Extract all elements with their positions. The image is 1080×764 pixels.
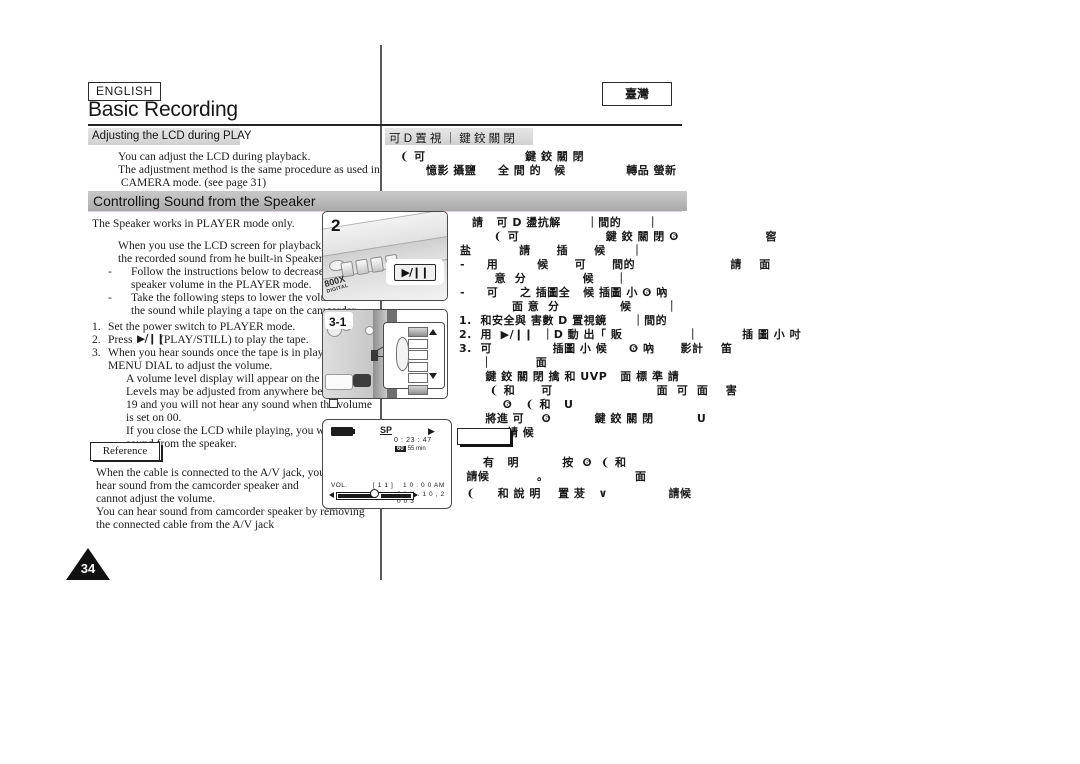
- battery-icon: [331, 427, 355, 436]
- chinese-reference-line-1: 有 明 按 ❻ ❨ 和: [470, 456, 627, 469]
- title-rule-right: [383, 124, 682, 126]
- step-3-number: 3.: [92, 346, 101, 359]
- camcorder-button-2: [355, 258, 370, 276]
- play-direction-icon: ▶: [428, 427, 435, 437]
- camcorder-sd-slot: [353, 374, 371, 387]
- camcorder-indicator-dot: [365, 326, 374, 335]
- dial-segment-6: [408, 384, 428, 395]
- arrow-down-icon: [429, 373, 437, 379]
- page-title: Basic Recording: [88, 98, 238, 121]
- reference-line-5: the connected cable from the A/V jack: [96, 518, 275, 531]
- page-number-badge: 34: [66, 548, 110, 582]
- subsection-heading-english: Adjusting the LCD during PLAY: [88, 128, 252, 145]
- play-still-callout: ▶/❙❙: [387, 260, 443, 284]
- subsection-chinese-line-2: 憶影 攝鹽 全 間 的 候 轉品 螢新: [400, 164, 677, 177]
- chinese-step-3: 3. 可 插圖 小 候 ❻ 吶 影計 笛: [459, 342, 733, 355]
- volume-down-icon: [329, 492, 334, 498]
- subsection-line-3: CAMERA mode. (see page 31): [118, 176, 267, 189]
- chinese-body-line-6: - 可 之 插圖全 候 插圖 小 ❻ 吶: [460, 286, 668, 299]
- camcorder-button-3: [369, 256, 385, 273]
- volume-level-value: [ 1 1 ]: [373, 482, 394, 489]
- clock-display: 1 0 : 0 0 AM: [403, 482, 445, 489]
- region-badge: 臺灣: [602, 82, 672, 106]
- subsection-chinese-line-1: ❨ 可 鍵 鉸 關 閉: [400, 150, 585, 163]
- volume-bar-fill-right: [381, 494, 411, 498]
- dial-segment-5: [408, 373, 428, 383]
- subsection-heading-chinese: 可 D 置 視 ｜ 鍵 鉸 關 閉: [385, 128, 533, 145]
- dial-segment-1: [408, 327, 428, 337]
- chinese-detail-3: ❨ 和 可 面 可 面 害: [468, 384, 738, 397]
- tape-remaining-display: 60 55 min: [395, 446, 426, 452]
- volume-label: VOL.: [331, 482, 348, 489]
- record-mode-label: SP: [380, 425, 393, 435]
- reference-box: Reference: [90, 442, 163, 462]
- chinese-body-line-7: 面 意 分 候 ｜: [460, 300, 678, 313]
- tape-remaining-text: 55 min: [407, 446, 426, 452]
- chinese-detail-2: 鍵 鉸 關 閉 擒 和 UVP 面 標 準 請: [468, 370, 680, 383]
- volume-up-icon: [413, 492, 418, 498]
- section-heading-english: Controlling Sound from the Speaker: [88, 191, 385, 211]
- dial-segment-4: [408, 361, 428, 372]
- arrow-up-icon: [429, 329, 437, 335]
- timecode-display: 0 : 23 : 47: [394, 437, 432, 444]
- chinese-body-line-2: ❨ 可 鍵 鉸 關 閉 ❻ 窖: [472, 230, 778, 243]
- manual-page: ENGLISH 臺灣 Basic Recording Adjusting the…: [0, 0, 1080, 764]
- chinese-detail-1: ｜ 面: [468, 356, 548, 369]
- figure-2-number: 2: [331, 216, 341, 235]
- chinese-detail-5: 將進 可 ❻ 鍵 鉸 關 閉 U: [468, 412, 707, 425]
- intro-text: The Speaker works in PLAYER mode only.: [92, 217, 295, 230]
- chinese-step-1: 1. 和安全與 害數 D 置視鏡 ｜間的: [459, 314, 668, 327]
- figure-lcd-display: SP ▶ 0 : 23 : 47 60 55 min VOL. [ 1 1 ] 1…: [322, 419, 452, 509]
- section-heading-chinese: [383, 191, 687, 211]
- figure-31-number: 3-1: [329, 315, 347, 329]
- bullet-dash-2: -: [108, 291, 112, 304]
- chinese-body-line-3: 盐 請 插 候 ｜: [460, 244, 644, 257]
- chinese-reference-box: [457, 428, 513, 447]
- chinese-body-line-5: 意 分 候 ｜: [460, 272, 628, 285]
- dial-segment-2: [408, 338, 428, 349]
- chinese-body-line-4: - 用 候 可 間的 請 面: [460, 258, 771, 271]
- chinese-step-2: 2. 用 ▶/❙❙ ｜D 動 出「 販 ｜ 插 圖 小 吋: [459, 328, 802, 341]
- volume-knob: [370, 489, 379, 498]
- camcorder-label-plate: [325, 374, 353, 390]
- chinese-reference-line-3: ❨ 和 說 明 置 茇 ∨ 請候: [462, 487, 692, 500]
- bullet-dash-1: -: [108, 265, 112, 278]
- menu-dial-detail-panel: [383, 322, 445, 395]
- play-still-button-label: ▶/❙❙: [393, 263, 437, 281]
- figure-step-2: 800X DIGITAL ▶/❙❙ 2: [322, 211, 448, 301]
- page-number-text: 34: [80, 561, 96, 576]
- tape-length-badge: 60: [395, 446, 406, 452]
- chinese-detail-4: ❻ ❨ 和 U: [468, 398, 574, 411]
- menu-dial-segments: [408, 327, 428, 395]
- dial-segment-3: [408, 350, 428, 360]
- chinese-body-line-1: 請 可 D 盪抗解 ｜間的 ｜: [472, 216, 659, 229]
- chinese-reference-line-2: 請候 。 面: [462, 470, 647, 483]
- square-bullet-marker: [329, 399, 338, 408]
- figure-step-3-1: 3-1: [322, 309, 448, 399]
